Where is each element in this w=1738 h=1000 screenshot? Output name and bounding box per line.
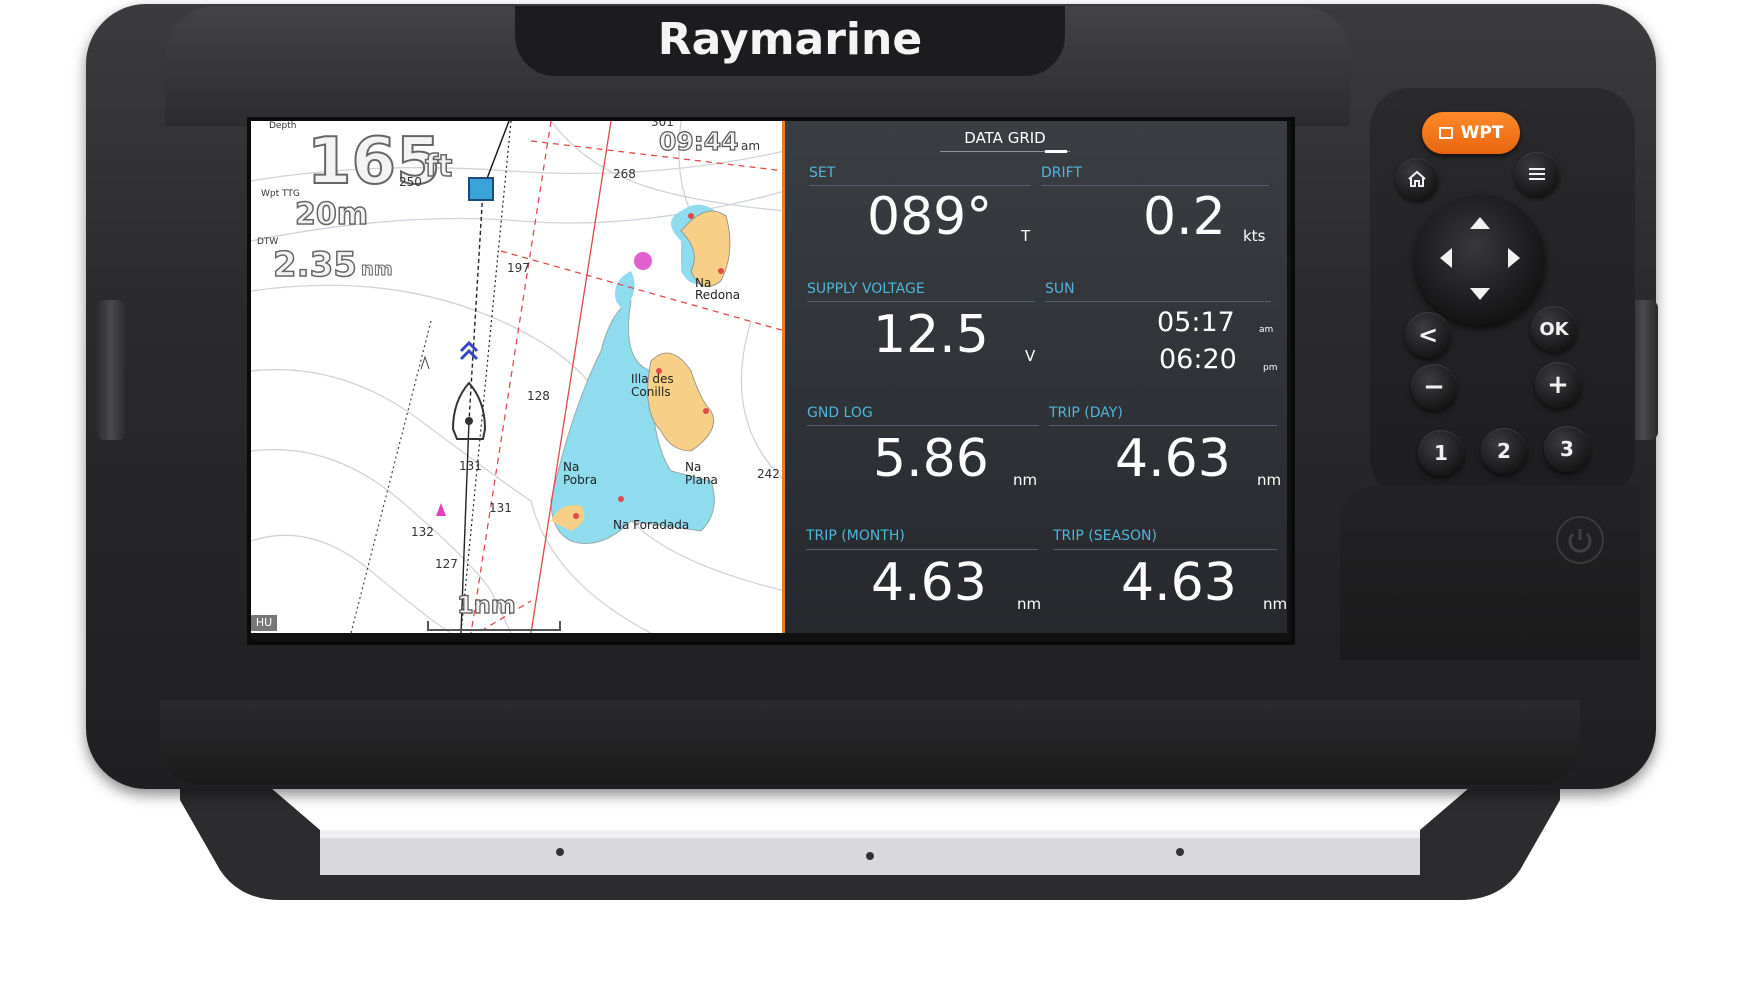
right-arrow-button[interactable] (1508, 248, 1520, 268)
cell-unit: nm (1013, 471, 1038, 489)
bezel-bottom (160, 700, 1580, 785)
cell-label: SUN (1045, 281, 1075, 297)
cell-divider (807, 301, 1035, 302)
cell-unit: kts (1243, 227, 1266, 245)
sounding: 250 (399, 175, 422, 189)
cell-value: 12.5 (873, 305, 989, 365)
cell-label: GND LOG (807, 405, 873, 421)
cell-label: TRIP (DAY) (1049, 405, 1123, 421)
place-name: Illa des Conills (631, 372, 674, 399)
place-name: Na Redona (695, 276, 741, 302)
cell-label: TRIP (MONTH) (806, 528, 905, 544)
scale-label: 1nm (456, 590, 516, 619)
cell-unit: nm (1017, 595, 1042, 613)
cell-divider (1041, 185, 1269, 186)
cell-label: TRIP (SEASON) (1053, 528, 1157, 544)
sounding: 132 (411, 525, 434, 539)
directional-pad[interactable] (1415, 195, 1545, 325)
wpt-label: WPT (1460, 123, 1504, 143)
chart-time-suffix: am (741, 139, 761, 153)
menu-button[interactable] (1515, 152, 1559, 196)
preset-3-button[interactable]: 3 (1544, 426, 1590, 472)
sunrise-suffix: am (1259, 325, 1274, 335)
place-name: Na Pobra (563, 460, 598, 487)
home-button[interactable] (1396, 158, 1438, 200)
cell-unit: T (1021, 227, 1031, 245)
cell-divider (1049, 425, 1277, 426)
sounding: 131 (489, 501, 512, 515)
chart-pane[interactable]: Depth 165 ft Wpt TTG 20m DTW 2.35 nm 09:… (251, 121, 785, 633)
flag-icon (1438, 127, 1453, 139)
up-arrow-button[interactable] (1470, 217, 1490, 229)
cell-value: 0.2 (1143, 187, 1226, 247)
orientation-badge[interactable]: HU (251, 615, 277, 631)
power-icon (1568, 529, 1592, 553)
cell-value: 5.86 (873, 429, 989, 489)
preset-1-button[interactable]: 1 (1418, 430, 1464, 476)
back-button[interactable]: < (1405, 312, 1451, 358)
wpt-ttg-label: Wpt TTG (261, 189, 300, 199)
mounting-bracket (180, 770, 1560, 900)
down-arrow-button[interactable] (1470, 288, 1490, 300)
cell-divider (1045, 301, 1271, 302)
place-name: Na Foradada (613, 518, 690, 532)
cell-value: 4.63 (1115, 429, 1231, 489)
depth-unit: ft (424, 148, 453, 185)
data-grid-title[interactable]: DATA GRID (945, 129, 1065, 147)
cell-label: SUPPLY VOLTAGE (807, 281, 925, 297)
sunset-time: 06:20 (1159, 344, 1237, 375)
power-button[interactable] (1556, 516, 1604, 564)
dtw-unit: nm (361, 259, 394, 281)
data-grid-pane[interactable]: DATA GRID SET 089° T DRIFT 0.2 kts SUPPL… (785, 121, 1287, 633)
sounding: 268 (613, 167, 636, 181)
cell-label: DRIFT (1041, 165, 1082, 181)
left-mount-knob[interactable] (96, 300, 126, 440)
cell-value: 4.63 (1121, 553, 1237, 613)
menu-icon (1529, 168, 1545, 180)
sunset-suffix: pm (1263, 363, 1278, 373)
ok-button[interactable]: OK (1531, 306, 1577, 352)
cell-divider (806, 549, 1038, 550)
cell-divider (807, 425, 1039, 426)
place-name: Na Plana (685, 460, 718, 487)
cell-unit: nm (1257, 471, 1282, 489)
zoom-in-button[interactable]: + (1535, 362, 1581, 408)
depth-label: Depth (269, 121, 297, 131)
brand-logo: Raymarine (657, 14, 923, 65)
cell-unit: V (1025, 347, 1036, 365)
cell-value: 4.63 (871, 553, 987, 613)
home-icon (1408, 170, 1426, 187)
zoom-out-button[interactable]: − (1411, 364, 1457, 410)
sounding: 301 (651, 121, 674, 129)
preset-2-button[interactable]: 2 (1481, 428, 1527, 474)
left-arrow-button[interactable] (1440, 248, 1452, 268)
cell-value: 089° (867, 187, 993, 247)
scale-bar (427, 621, 561, 631)
title-underline-marker (1045, 150, 1067, 153)
dtw-value: 2.35 (272, 244, 357, 286)
sunrise-time: 05:17 (1157, 307, 1235, 338)
cell-unit: nm (1263, 595, 1288, 613)
sounding: 242 (757, 467, 780, 481)
cell-label: SET (809, 165, 836, 181)
cell-divider (1053, 549, 1277, 550)
chart-time: 09:44 (658, 126, 739, 156)
sounding: 131 (459, 459, 482, 473)
cell-divider (809, 185, 1031, 186)
wpt-ttg-value: 20m (294, 196, 369, 233)
wpt-button[interactable]: WPT (1422, 112, 1520, 154)
sounding: 128 (527, 389, 550, 403)
card-reader-door[interactable] (1340, 485, 1640, 660)
sounding: 127 (435, 557, 458, 571)
sounding: 197 (507, 261, 530, 275)
